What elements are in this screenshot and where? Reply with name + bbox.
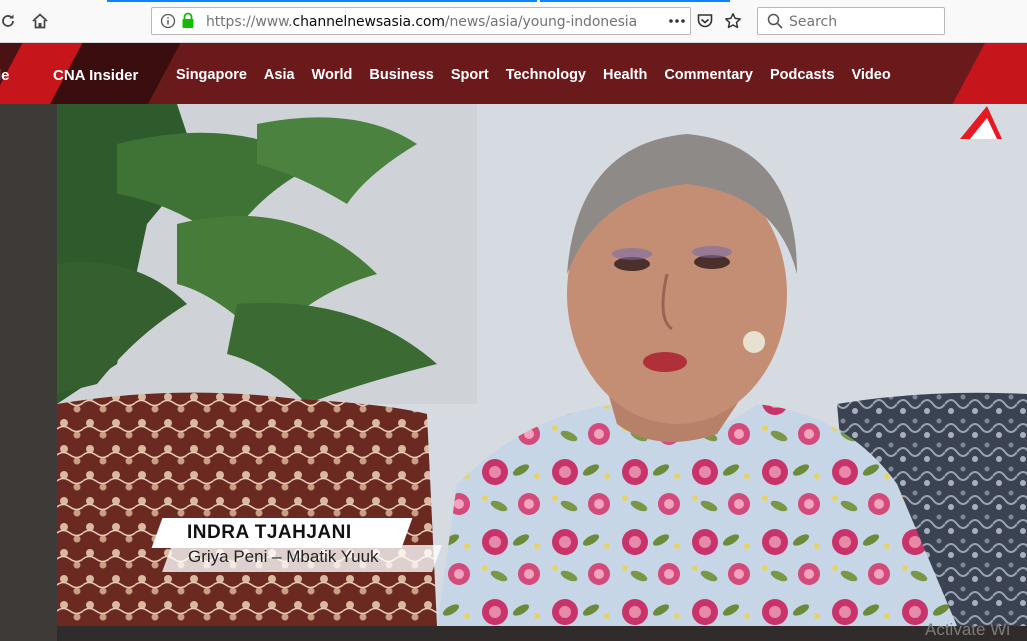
url-prefix: https://www. bbox=[206, 14, 293, 30]
tab-strip-accent bbox=[107, 0, 537, 2]
lower-third-name: INDRA TJAHJANI bbox=[187, 522, 352, 543]
video-player[interactable]: INDRA TJAHJANI Griya Peni – Mbatik Yuuk bbox=[57, 104, 1027, 626]
nav-item-singapore[interactable]: Singapore bbox=[176, 67, 247, 83]
os-activation-watermark: Activate Wi bbox=[925, 620, 1011, 639]
nav-item-asia[interactable]: Asia bbox=[264, 67, 295, 83]
nav-menu: Singapore Asia World Business Sport Tech… bbox=[176, 67, 891, 83]
nav-item-podcasts[interactable]: Podcasts bbox=[770, 67, 834, 83]
browser-toolbar: https://www.channelnewsasia.com/news/asi… bbox=[0, 0, 1027, 43]
url-text[interactable]: https://www.channelnewsasia.com/news/asi… bbox=[206, 14, 638, 30]
nav-item-commentary[interactable]: Commentary bbox=[664, 67, 753, 83]
site-nav-bar: le CNA Insider Singapore Asia World Busi… bbox=[0, 43, 1027, 104]
url-host: channelnewsasia.com bbox=[292, 14, 446, 30]
nav-item-health[interactable]: Health bbox=[603, 67, 647, 83]
reload-icon[interactable] bbox=[0, 9, 20, 33]
nav-item-partial[interactable]: le bbox=[0, 67, 10, 84]
nav-item-world[interactable]: World bbox=[312, 67, 353, 83]
search-icon bbox=[767, 13, 783, 34]
search-field[interactable]: Search bbox=[757, 7, 945, 35]
video-bottom-strip bbox=[57, 626, 1027, 641]
url-path: /news/asia/young-indonesians-help bbox=[444, 14, 638, 30]
url-text-clip: https://www.channelnewsasia.com/news/asi… bbox=[152, 8, 638, 34]
search-placeholder: Search bbox=[789, 14, 838, 30]
home-icon[interactable] bbox=[28, 9, 52, 33]
lower-third-organization: Griya Peni – Mbatik Yuuk bbox=[188, 547, 379, 566]
more-actions-icon[interactable] bbox=[665, 9, 689, 33]
url-bar[interactable]: https://www.channelnewsasia.com/news/asi… bbox=[151, 7, 691, 35]
nav-item-business[interactable]: Business bbox=[369, 67, 433, 83]
bookmark-star-icon[interactable] bbox=[721, 9, 745, 33]
nav-item-cna-insider[interactable]: CNA Insider bbox=[53, 67, 138, 84]
nav-item-technology[interactable]: Technology bbox=[506, 67, 586, 83]
tab-strip-accent bbox=[540, 0, 730, 2]
nav-item-video[interactable]: Video bbox=[851, 67, 890, 83]
pocket-icon[interactable] bbox=[693, 9, 717, 33]
nav-item-sport[interactable]: Sport bbox=[451, 67, 489, 83]
